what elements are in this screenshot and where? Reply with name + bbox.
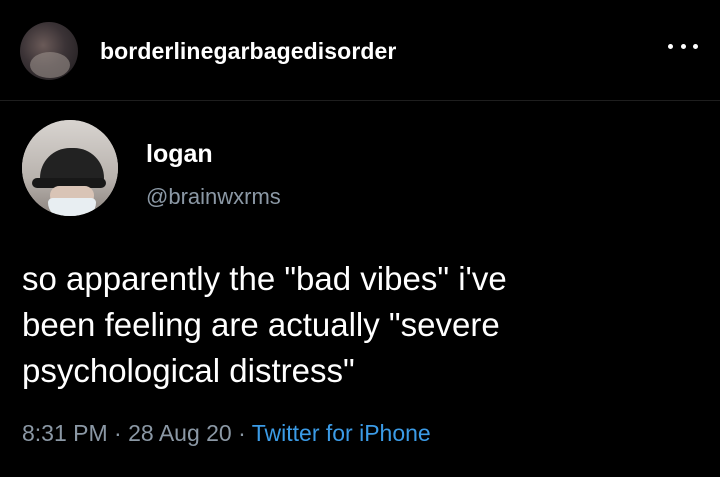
- dot-icon: [693, 43, 698, 49]
- tweet-source-link[interactable]: Twitter for iPhone: [252, 420, 431, 446]
- tweet-date: 28 Aug 20: [128, 420, 232, 446]
- avatar-highlight: [30, 52, 70, 78]
- more-options-icon[interactable]: [668, 36, 698, 56]
- tweet-metadata: 8:31 PM · 28 Aug 20 · Twitter for iPhone: [22, 420, 431, 447]
- dot-icon: [668, 43, 673, 49]
- tweet-author-avatar[interactable]: [22, 120, 118, 216]
- tweet-author-name[interactable]: logan: [146, 140, 213, 169]
- meta-separator: ·: [107, 420, 129, 446]
- dot-icon: [680, 43, 686, 49]
- meta-separator: ·: [231, 420, 252, 446]
- tweet-author-handle[interactable]: @brainwxrms: [146, 184, 281, 210]
- post-container: borderlinegarbagedisorder logan @brainwx…: [0, 0, 720, 477]
- profile-avatar[interactable]: [20, 22, 78, 80]
- profile-username[interactable]: borderlinegarbagedisorder: [100, 38, 396, 65]
- instagram-post-header: borderlinegarbagedisorder: [0, 0, 720, 101]
- tweet-time: 8:31 PM: [22, 420, 108, 446]
- tweet-text: so apparently the "bad vibes" i've been …: [22, 260, 507, 389]
- face-mask-shape: [48, 198, 96, 216]
